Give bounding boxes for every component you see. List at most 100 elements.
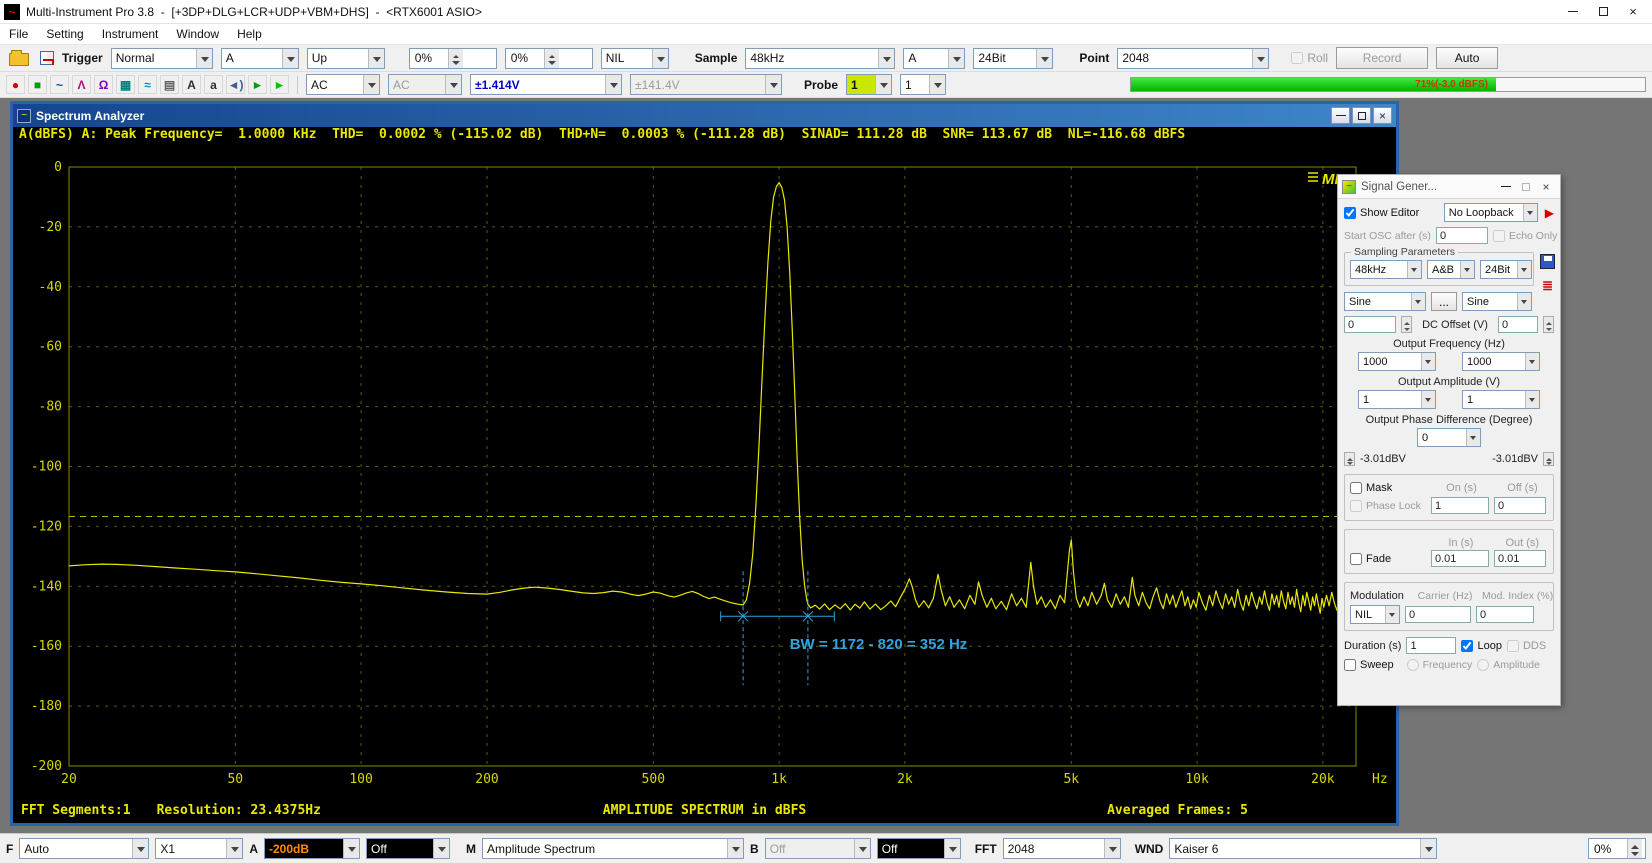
sweep-checkbox[interactable]: Sweep xyxy=(1344,659,1394,671)
spin-down-icon[interactable] xyxy=(545,58,559,68)
chevron-down-icon[interactable] xyxy=(1517,261,1531,278)
record-button[interactable]: Record xyxy=(1336,47,1428,69)
chevron-down-icon[interactable] xyxy=(368,49,384,68)
coupling-a-select[interactable]: AC xyxy=(306,74,380,95)
spectrum-titlebar[interactable]: ~ Spectrum Analyzer × xyxy=(13,104,1396,127)
chevron-down-icon[interactable] xyxy=(1421,391,1435,408)
mask-off-input[interactable] xyxy=(1494,497,1546,514)
chevron-down-icon[interactable] xyxy=(652,49,668,68)
chevron-down-icon[interactable] xyxy=(1525,391,1539,408)
stop-icon[interactable]: ■ xyxy=(28,75,47,94)
font-larger-icon[interactable]: A xyxy=(182,75,201,94)
trigger-delay-spinner[interactable]: 0% xyxy=(505,48,593,69)
chevron-down-icon[interactable] xyxy=(1420,839,1436,858)
chevron-down-icon[interactable] xyxy=(1385,606,1399,623)
chevron-down-icon[interactable] xyxy=(363,75,379,94)
chevron-down-icon[interactable] xyxy=(929,75,945,94)
spin-up-icon[interactable] xyxy=(1544,317,1553,325)
chevron-down-icon[interactable] xyxy=(282,49,298,68)
output-start-button[interactable]: ▶ xyxy=(1545,206,1554,220)
amplitude-a-select[interactable]: 1 xyxy=(1358,390,1436,409)
print-icon[interactable]: ▤ xyxy=(160,75,179,94)
maximize-button[interactable] xyxy=(1588,1,1618,23)
dc-offset-b-input[interactable] xyxy=(1498,316,1538,333)
oscilloscope-icon[interactable]: ~ xyxy=(50,75,69,94)
x-multiplier-select[interactable]: X1 xyxy=(155,838,243,859)
spin-up-icon[interactable] xyxy=(449,49,463,59)
loopback-select[interactable]: No Loopback xyxy=(1444,203,1538,222)
fft-size-select[interactable]: 2048 xyxy=(1003,838,1121,859)
waveform-b-select[interactable]: Sine xyxy=(1462,292,1532,311)
start-osc-input[interactable] xyxy=(1436,227,1488,244)
frequency-a-select[interactable]: 1000 xyxy=(1358,352,1436,371)
chevron-down-icon[interactable] xyxy=(1036,49,1052,68)
siggen-close-button[interactable]: × xyxy=(1536,178,1556,196)
open-file-button[interactable] xyxy=(6,47,32,69)
spin-down-icon[interactable] xyxy=(449,58,463,68)
spin-down-icon[interactable] xyxy=(1544,325,1553,333)
window-function-select[interactable]: Kaiser 6 xyxy=(1169,838,1437,859)
siggen-titlebar[interactable]: ~ Signal Gener... × xyxy=(1338,175,1560,199)
waveform-more-button[interactable]: ... xyxy=(1431,292,1457,311)
spectrum-restore-button[interactable] xyxy=(1352,107,1371,124)
minimize-button[interactable] xyxy=(1558,1,1588,23)
chevron-down-icon[interactable] xyxy=(1523,204,1537,221)
probe-b-select[interactable]: 1 xyxy=(900,74,946,95)
mod-index-input[interactable] xyxy=(1476,606,1534,623)
save-icon[interactable] xyxy=(1540,254,1555,269)
spectrum-analyzer-icon[interactable]: Λ xyxy=(72,75,91,94)
sweep-input[interactable] xyxy=(1344,659,1356,671)
chevron-down-icon[interactable] xyxy=(343,839,359,858)
fft-points-select[interactable]: 2048 xyxy=(1117,48,1269,69)
waveform-library-icon[interactable]: ≣ xyxy=(1542,278,1553,294)
dc-offset-a-input[interactable] xyxy=(1344,316,1396,333)
trigger-mode-select[interactable]: Normal xyxy=(111,48,213,69)
amplitude-b-select[interactable]: 1 xyxy=(1462,390,1540,409)
hpf-select[interactable]: NIL xyxy=(601,48,669,69)
data-logger-icon[interactable]: ≈ xyxy=(138,75,157,94)
siggen-bits-select[interactable]: 24Bit xyxy=(1480,260,1532,279)
chevron-down-icon[interactable] xyxy=(727,839,743,858)
chevron-down-icon[interactable] xyxy=(196,49,212,68)
chevron-down-icon[interactable] xyxy=(1460,261,1474,278)
chevron-down-icon[interactable] xyxy=(132,839,148,858)
mask-checkbox[interactable]: Mask xyxy=(1350,482,1426,494)
show-editor-checkbox[interactable]: Show Editor xyxy=(1344,207,1419,219)
spin-up-icon[interactable] xyxy=(1402,317,1411,325)
menu-window[interactable]: Window xyxy=(167,25,228,43)
chevron-down-icon[interactable] xyxy=(1252,49,1268,68)
spectrum-3d-icon[interactable]: ▦ xyxy=(116,75,135,94)
spinner-buttons[interactable] xyxy=(1627,839,1642,858)
phase-difference-select[interactable]: 0 xyxy=(1417,428,1481,447)
frequency-b-select[interactable]: 1000 xyxy=(1462,352,1540,371)
menu-file[interactable]: File xyxy=(0,25,37,43)
multimeter-icon[interactable]: Ω xyxy=(94,75,113,94)
close-button[interactable]: × xyxy=(1618,1,1648,23)
loop-input[interactable] xyxy=(1461,640,1473,652)
spin-down-icon[interactable] xyxy=(1402,325,1411,333)
chevron-down-icon[interactable] xyxy=(878,49,894,68)
chevron-down-icon[interactable] xyxy=(226,839,242,858)
chevron-down-icon[interactable] xyxy=(948,49,964,68)
carrier-input[interactable] xyxy=(1405,606,1471,623)
dc-offset-b-spinner[interactable] xyxy=(1543,316,1554,333)
chevron-down-icon[interactable] xyxy=(1421,353,1435,370)
fade-in-input[interactable] xyxy=(1431,550,1489,567)
auto-button[interactable]: Auto xyxy=(1436,47,1498,69)
record-icon[interactable]: ● xyxy=(6,75,25,94)
modulation-type-select[interactable]: NIL xyxy=(1350,605,1400,624)
siggen-channels-select[interactable]: A&B xyxy=(1427,260,1475,279)
show-editor-input[interactable] xyxy=(1344,207,1356,219)
menu-help[interactable]: Help xyxy=(228,25,271,43)
dc-offset-a-spinner[interactable] xyxy=(1401,316,1412,333)
chevron-down-icon[interactable] xyxy=(1466,429,1480,446)
spinner-buttons[interactable] xyxy=(544,49,559,68)
chevron-down-icon[interactable] xyxy=(1411,293,1425,310)
spin-down-icon[interactable] xyxy=(1628,849,1642,859)
amplitude-b-fine-spinner[interactable] xyxy=(1543,452,1554,466)
spin-up-icon[interactable] xyxy=(1628,839,1642,849)
amplitude-a-fine-spinner[interactable] xyxy=(1344,452,1355,466)
range-a-select[interactable]: ±1.414V xyxy=(470,74,622,95)
chevron-down-icon[interactable] xyxy=(944,839,960,858)
spectrum-close-button[interactable]: × xyxy=(1373,107,1392,124)
